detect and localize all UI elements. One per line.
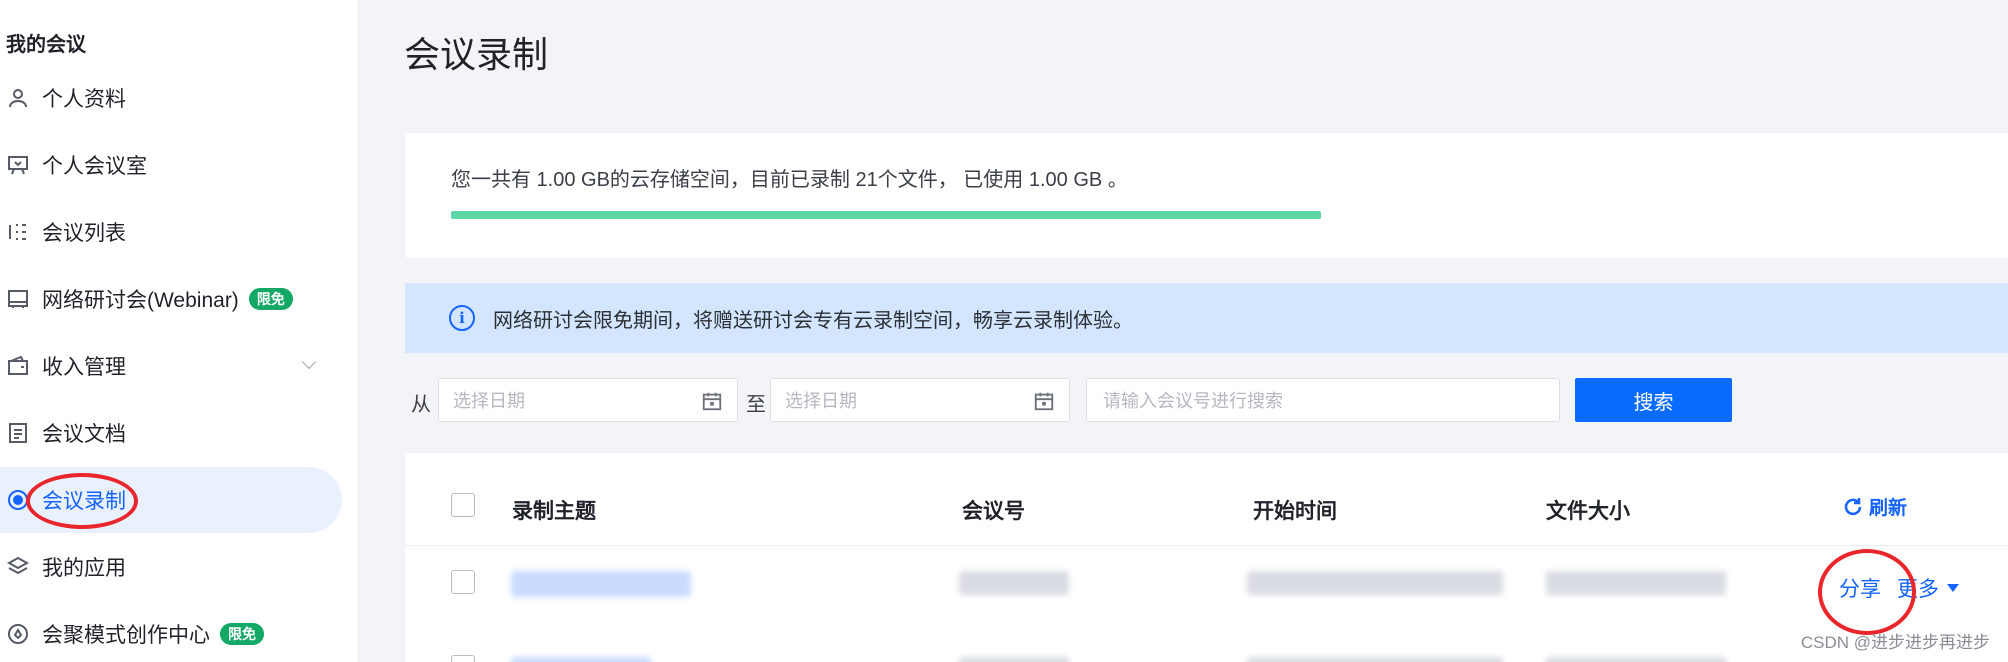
select-all-checkbox[interactable] <box>451 493 475 517</box>
free-badge: 限免 <box>220 623 264 645</box>
redacted-file-size <box>1546 571 1726 595</box>
sidebar-item-meeting-list[interactable]: 会议列表 <box>0 199 342 265</box>
sidebar-item-label: 会议文档 <box>42 423 126 446</box>
creator-icon <box>6 622 30 646</box>
refresh-icon <box>1844 497 1862 515</box>
sidebar-item-label: 会议录制 <box>42 490 126 513</box>
redacted-file-size <box>1546 657 1726 662</box>
from-label: 从 <box>411 394 431 416</box>
to-label: 至 <box>746 394 766 416</box>
search-button[interactable]: 搜索 <box>1575 378 1732 422</box>
sidebar-item-label: 收入管理 <box>42 356 126 379</box>
storage-progress <box>451 211 1321 219</box>
column-header-file-size: 文件大小 <box>1546 500 1630 523</box>
document-icon <box>6 421 30 445</box>
refresh-label: 刷新 <box>1869 498 1908 519</box>
sidebar-item-income[interactable]: 收入管理 <box>0 333 342 399</box>
caret-down-icon <box>1947 584 1959 592</box>
webinar-icon <box>6 287 30 311</box>
layers-icon <box>6 555 30 579</box>
record-icon <box>6 488 30 512</box>
sidebar-item-webinar[interactable]: 网络研讨会(Webinar) 限免 <box>0 266 342 332</box>
redacted-start-time <box>1247 657 1503 662</box>
sidebar-item-documents[interactable]: 会议文档 <box>0 400 342 466</box>
redacted-start-time <box>1247 571 1503 595</box>
search-placeholder: 请输入会议号进行搜索 <box>1103 391 1283 411</box>
sidebar-item-label: 我的应用 <box>42 557 126 580</box>
column-header-meeting-id: 会议号 <box>962 500 1025 523</box>
sidebar-item-label: 会聚模式创作中心 <box>42 624 210 647</box>
calendar-icon[interactable] <box>1033 390 1055 412</box>
redacted-meeting-id <box>959 657 1069 662</box>
sidebar-item-personal-room[interactable]: 个人会议室 <box>0 132 342 198</box>
refresh-button[interactable]: 刷新 <box>1841 493 1907 520</box>
end-date-placeholder: 选择日期 <box>785 391 857 411</box>
sidebar-item-label: 会议列表 <box>42 222 126 245</box>
sidebar-item-label: 个人资料 <box>42 88 126 111</box>
sidebar-item-my-apps[interactable]: 我的应用 <box>0 534 342 600</box>
start-date-placeholder: 选择日期 <box>453 391 525 411</box>
chevron-down-icon[interactable] <box>301 354 317 370</box>
column-header-start-time: 开始时间 <box>1253 500 1337 523</box>
storage-card: 您一共有 1.00 GB的云存储空间，目前已录制 21个文件， 已使用 1.00… <box>405 133 2008 258</box>
storage-progress-fill <box>451 211 1321 219</box>
free-badge: 限免 <box>248 288 293 310</box>
sidebar-item-recording[interactable]: 会议录制 <box>0 467 342 533</box>
info-icon: i <box>449 305 475 331</box>
page-title: 会议录制 <box>404 34 549 75</box>
recordings-table: 录制主题 会议号 开始时间 文件大小 刷新 分享 更多 <box>405 453 2008 662</box>
storage-summary: 您一共有 1.00 GB的云存储空间，目前已录制 21个文件， 已使用 1.00… <box>451 169 1128 191</box>
calendar-icon[interactable] <box>701 390 723 412</box>
header-divider <box>405 545 2008 546</box>
sidebar: 我的会议 个人资料 个人会议室 会议列表 网络研讨会(Webinar) 限免 收… <box>0 0 359 662</box>
more-dropdown[interactable]: 更多 <box>1897 573 1959 603</box>
info-banner: i 网络研讨会限免期间，将赠送研讨会专有云录制空间，畅享云录制体验。 <box>405 283 2008 353</box>
sidebar-item-profile[interactable]: 个人资料 <box>0 65 342 131</box>
redacted-meeting-id <box>959 571 1069 595</box>
start-date-input[interactable]: 选择日期 <box>438 378 738 422</box>
column-header-topic: 录制主题 <box>512 500 596 523</box>
redacted-topic <box>511 571 691 597</box>
share-link[interactable]: 分享 <box>1839 573 1881 603</box>
row-checkbox[interactable] <box>451 570 475 594</box>
wallet-icon <box>6 354 30 378</box>
more-label: 更多 <box>1897 578 1939 601</box>
sidebar-item-creator-center[interactable]: 会聚模式创作中心 限免 <box>0 601 342 662</box>
redacted-topic <box>511 657 651 662</box>
sidebar-item-label: 网络研讨会(Webinar) <box>42 289 239 312</box>
sidebar-item-label: 个人会议室 <box>42 155 147 178</box>
info-banner-text: 网络研讨会限免期间，将赠送研讨会专有云录制空间，畅享云录制体验。 <box>493 309 1133 332</box>
list-icon <box>6 220 30 244</box>
row-checkbox[interactable] <box>451 655 475 662</box>
presentation-icon <box>6 153 30 177</box>
watermark: CSDN @进步进步再进步 <box>1800 633 1990 652</box>
user-icon <box>6 86 30 110</box>
end-date-input[interactable]: 选择日期 <box>770 378 1070 422</box>
meeting-search-input[interactable]: 请输入会议号进行搜索 <box>1086 378 1560 422</box>
sidebar-section-title: 我的会议 <box>6 34 86 56</box>
